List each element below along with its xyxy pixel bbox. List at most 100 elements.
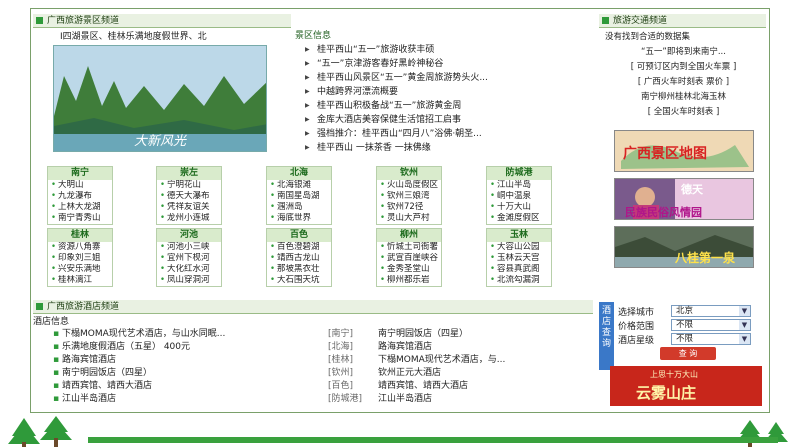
spot-link[interactable]: 钦州72径 — [377, 202, 441, 213]
hotel-link[interactable]: 钦州正元大酒店 — [378, 367, 578, 380]
city-name[interactable]: 南宁 — [48, 167, 112, 180]
spot-link[interactable]: 武宣百崖峡谷 — [377, 253, 441, 264]
spot-link[interactable]: 资源八角寨 — [48, 242, 112, 253]
spot-link[interactable]: 容县真武阁 — [487, 264, 551, 275]
spot-link[interactable]: 十万大山 — [487, 202, 551, 213]
hotel-link[interactable]: 路海宾馆酒店 — [378, 341, 578, 354]
scenic-tags[interactable]: I四湖景区、桂林乐满地度假世界、北 — [60, 31, 207, 43]
hotel-region[interactable]: [百色] — [328, 380, 373, 393]
spot-link[interactable]: 钦州三娘湾 — [377, 191, 441, 202]
spot-link[interactable]: 柳州都乐岩 — [377, 275, 441, 286]
karst-landscape-image: 大新风光 — [54, 46, 266, 151]
scenic-photo[interactable]: 大新风光 — [53, 45, 267, 152]
banner-scenic-map[interactable]: 广西景区地图 — [614, 130, 754, 172]
price-select-value: 不限 — [676, 320, 694, 330]
spot-link[interactable]: 宜州下枧河 — [157, 253, 221, 264]
star-select[interactable]: 不限 ▼ — [671, 333, 751, 345]
city-train-links[interactable]: 南宁柳州桂林北海玉林 — [601, 90, 766, 105]
city-name[interactable]: 桂林 — [48, 229, 112, 242]
city-name[interactable]: 玉林 — [487, 229, 551, 242]
national-train-schedule-link[interactable]: [ 全国火车时刻表 ] — [601, 105, 766, 120]
hotel-link[interactable]: 靖西宾馆、靖西大酒店 — [378, 380, 578, 393]
hotel-link[interactable]: 路海宾馆酒店 — [53, 354, 325, 367]
hotel-link[interactable]: 靖西宾馆、靖西大酒店 — [53, 380, 325, 393]
city-select[interactable]: 北京 ▼ — [671, 305, 751, 317]
spot-link[interactable]: 金秀圣堂山 — [377, 264, 441, 275]
hotel-region[interactable]: [桂林] — [328, 354, 373, 367]
guangxi-train-schedule-link[interactable]: [ 广西火车时刻表 票价 ] — [601, 75, 766, 90]
hotel-region[interactable]: [防城港] — [328, 393, 373, 406]
hotel-link[interactable]: 乐满地度假酒店（五星） 400元 — [53, 341, 325, 354]
spot-link[interactable]: 大化红水河 — [157, 264, 221, 275]
spot-link[interactable]: 九龙瀑布 — [48, 191, 112, 202]
spot-link[interactable]: 桂林漓江 — [48, 275, 112, 286]
news-item[interactable]: “五一”京津游客春好黑岭神秘谷 — [305, 57, 595, 71]
spot-link[interactable]: 印象刘三姐 — [48, 253, 112, 264]
hotel-row: 南宁明园饭店（四星） [钦州] 钦州正元大酒店 — [33, 367, 593, 380]
news-item[interactable]: 桂平西山风景区“五一”黄金周旅游势头火... — [305, 71, 595, 85]
price-label: 价格范围 — [618, 322, 655, 332]
hotel-info-header: 酒店信息 — [33, 317, 70, 327]
hotel-link[interactable]: 下榻MOMA现代艺术酒店，与... — [378, 354, 578, 367]
news-item[interactable]: 桂平西山“五一”旅游收获丰硕 — [305, 43, 595, 57]
spot-link[interactable]: 北海银滩 — [267, 180, 331, 191]
chevron-down-icon[interactable]: ▼ — [739, 306, 750, 316]
chevron-down-icon[interactable]: ▼ — [739, 334, 750, 344]
spot-link[interactable]: 兴安乐满地 — [48, 264, 112, 275]
spot-link[interactable]: 大容山公园 — [487, 242, 551, 253]
spot-link[interactable]: 灵山大芦村 — [377, 213, 441, 224]
hotel-link[interactable]: 江山半岛酒店 — [53, 393, 325, 406]
spot-link[interactable]: 火山岛度假区 — [377, 180, 441, 191]
spot-link[interactable]: 大石围天坑 — [267, 275, 331, 286]
spot-link[interactable]: 南宁青秀山 — [48, 213, 112, 224]
train-ticket-link[interactable]: [ 可预订区内到全国火车票 ] — [601, 60, 766, 75]
hotel-region[interactable]: [南宁] — [328, 328, 373, 341]
city-name[interactable]: 百色 — [267, 229, 331, 242]
hotel-region[interactable]: [北海] — [328, 341, 373, 354]
spot-link[interactable]: 德天大瀑布 — [157, 191, 221, 202]
hotel-link[interactable]: 南宁明园饭店（四星） — [378, 328, 578, 341]
city-name[interactable]: 崇左 — [157, 167, 221, 180]
traffic-news-link[interactable]: “五一”即将到来南宁... — [601, 45, 766, 60]
spot-link[interactable]: 北流勾漏洞 — [487, 275, 551, 286]
spot-link[interactable]: 峒中温泉 — [487, 191, 551, 202]
city-name[interactable]: 柳州 — [377, 229, 441, 242]
spot-link[interactable]: 江山半岛 — [487, 180, 551, 191]
spot-link[interactable]: 凭祥友谊关 — [157, 202, 221, 213]
hotel-link[interactable]: 下榻MOMA现代艺术酒店，与山水同眠... — [53, 328, 325, 341]
hotel-link[interactable]: 南宁明园饭店（四星） — [53, 367, 325, 380]
spot-link[interactable]: 南国星岛湖 — [267, 191, 331, 202]
spot-link[interactable]: 金滩度假区 — [487, 213, 551, 224]
spot-link[interactable]: 河池小三峡 — [157, 242, 221, 253]
spot-link[interactable]: 宁明花山 — [157, 180, 221, 191]
banner-spring[interactable]: 八桂第一泉 — [614, 226, 754, 268]
news-item[interactable]: 桂平西山积极备战“五一”旅游黄金周 — [305, 99, 595, 113]
news-item[interactable]: 强档推介：桂平西山“四月八”浴佛·朝圣... — [305, 127, 595, 141]
ad-title: 云雾山庄 — [636, 384, 697, 402]
banner-folk-park[interactable]: 德天 民族民俗风情园 — [614, 178, 754, 220]
news-item[interactable]: 金库大酒店美容保健生活馆招工启事 — [305, 113, 595, 127]
spot-link[interactable]: 忻城土司衙署 — [377, 242, 441, 253]
spot-link[interactable]: 玉林云天宫 — [487, 253, 551, 264]
spot-link[interactable]: 靖西古龙山 — [267, 253, 331, 264]
city-name[interactable]: 河池 — [157, 229, 221, 242]
city-name[interactable]: 钦州 — [377, 167, 441, 180]
chevron-down-icon[interactable]: ▼ — [739, 320, 750, 330]
spot-link[interactable]: 龙州小连城 — [157, 213, 221, 224]
spot-link[interactable]: 凤山穿洞河 — [157, 275, 221, 286]
city-name[interactable]: 北海 — [267, 167, 331, 180]
mountain-resort-ad[interactable]: 上思十万大山 云雾山庄 — [610, 366, 762, 406]
news-item[interactable]: 桂平西山 一抹茶香 一抹佛缘 — [305, 141, 595, 155]
search-button[interactable]: 查 询 — [660, 347, 716, 360]
spot-link[interactable]: 那坡黑衣壮 — [267, 264, 331, 275]
spot-link[interactable]: 百色澄碧湖 — [267, 242, 331, 253]
spot-link[interactable]: 大明山 — [48, 180, 112, 191]
spot-link[interactable]: 上林大龙湖 — [48, 202, 112, 213]
city-name[interactable]: 防城港 — [487, 167, 551, 180]
spot-link[interactable]: 涠洲岛 — [267, 202, 331, 213]
hotel-region[interactable]: [钦州] — [328, 367, 373, 380]
hotel-link[interactable]: 江山半岛酒店 — [378, 393, 578, 406]
news-item[interactable]: 中越跨界河漂流概要 — [305, 85, 595, 99]
price-select[interactable]: 不限 ▼ — [671, 319, 751, 331]
spot-link[interactable]: 海底世界 — [267, 213, 331, 224]
